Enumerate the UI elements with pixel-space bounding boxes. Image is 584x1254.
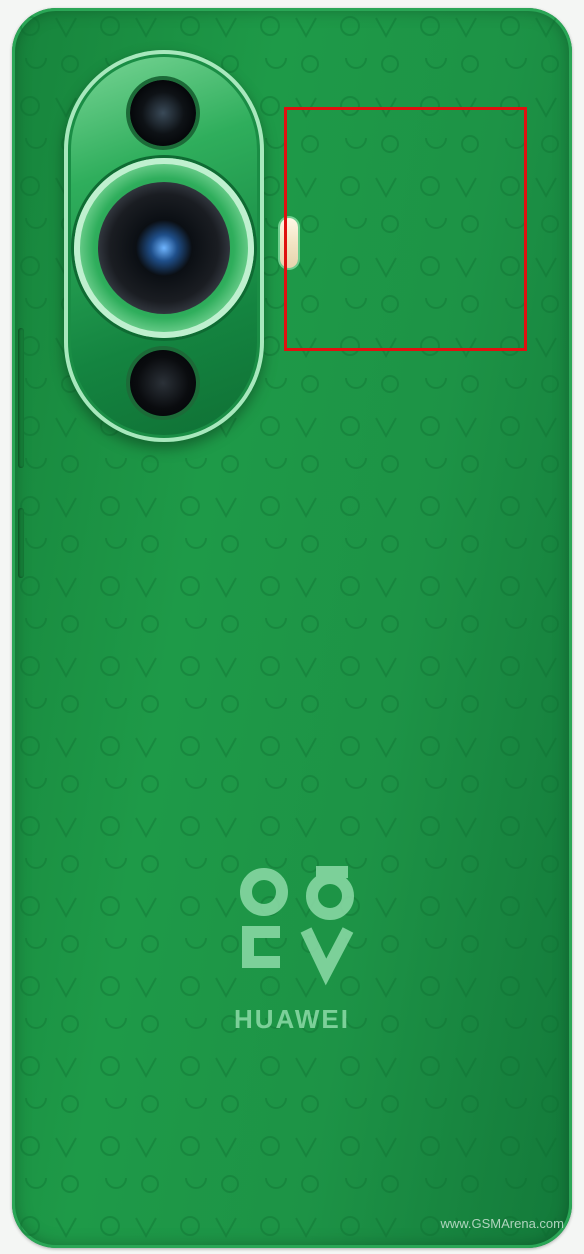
bottom-camera-lens-icon <box>130 350 196 416</box>
highlight-box <box>284 107 527 351</box>
main-camera-lens-icon <box>98 182 230 314</box>
camera-module <box>64 50 264 442</box>
top-camera-lens-icon <box>130 80 196 146</box>
watermark: www.GSMArena.com <box>440 1216 564 1231</box>
power-button <box>18 508 24 578</box>
volume-button <box>18 328 24 468</box>
nova-logo-icon <box>240 866 354 986</box>
brand-name: HUAWEI <box>234 1004 350 1034</box>
